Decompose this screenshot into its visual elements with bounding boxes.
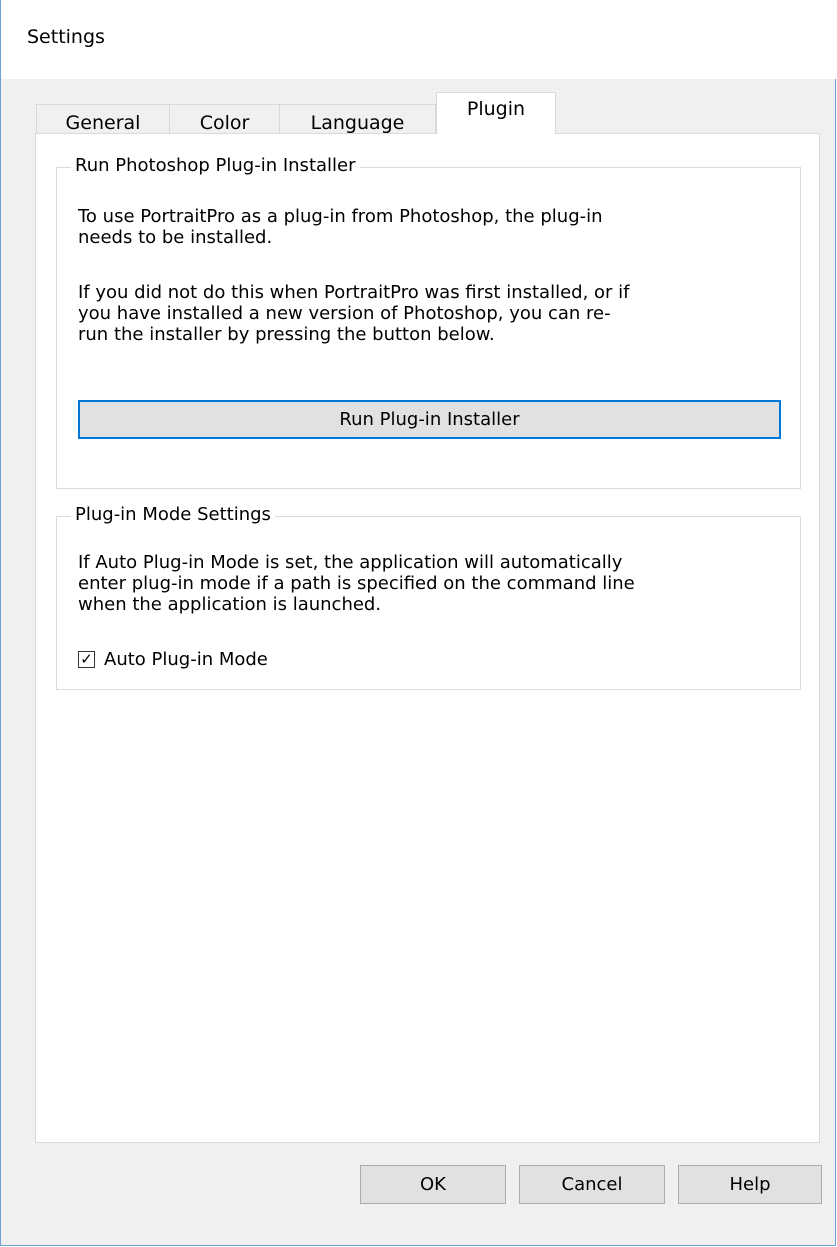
tab-general-label: General bbox=[65, 111, 141, 134]
run-plugin-installer-button[interactable]: Run Plug-in Installer bbox=[78, 400, 781, 439]
auto-plugin-mode-option[interactable]: ✓ Auto Plug-in Mode bbox=[78, 649, 268, 670]
window-title: Settings bbox=[27, 26, 105, 48]
tab-language[interactable]: Language bbox=[279, 104, 436, 134]
ok-button[interactable]: OK bbox=[360, 1165, 506, 1204]
plugin-tab-panel: Run Photoshop Plug-in Installer To use P… bbox=[35, 133, 820, 1143]
installer-description: To use PortraitPro as a plug-in from Pho… bbox=[78, 206, 603, 248]
tab-plugin[interactable]: Plugin bbox=[436, 92, 556, 134]
installer-group: Run Photoshop Plug-in Installer To use P… bbox=[56, 155, 801, 489]
installer-rerun-description: If you did not do this when PortraitPro … bbox=[78, 282, 630, 345]
settings-dialog: Settings General Color Language Plugin R… bbox=[0, 0, 836, 1246]
tab-color-label: Color bbox=[199, 111, 250, 134]
tab-color[interactable]: Color bbox=[169, 104, 280, 134]
plugin-mode-group: Plug-in Mode Settings If Auto Plug-in Mo… bbox=[56, 504, 801, 690]
cancel-button[interactable]: Cancel bbox=[519, 1165, 665, 1204]
plugin-mode-description: If Auto Plug-in Mode is set, the applica… bbox=[78, 552, 635, 615]
title-bar: Settings bbox=[1, 0, 836, 79]
checkmark-icon: ✓ bbox=[80, 650, 93, 668]
plugin-mode-group-legend: Plug-in Mode Settings bbox=[71, 504, 275, 525]
tab-plugin-label: Plugin bbox=[466, 97, 526, 120]
auto-plugin-mode-checkbox[interactable]: ✓ bbox=[78, 651, 95, 668]
auto-plugin-mode-label[interactable]: Auto Plug-in Mode bbox=[104, 649, 268, 670]
tab-general[interactable]: General bbox=[36, 104, 170, 134]
help-button[interactable]: Help bbox=[678, 1165, 822, 1204]
tab-language-label: Language bbox=[310, 111, 405, 134]
installer-group-legend: Run Photoshop Plug-in Installer bbox=[71, 155, 360, 176]
